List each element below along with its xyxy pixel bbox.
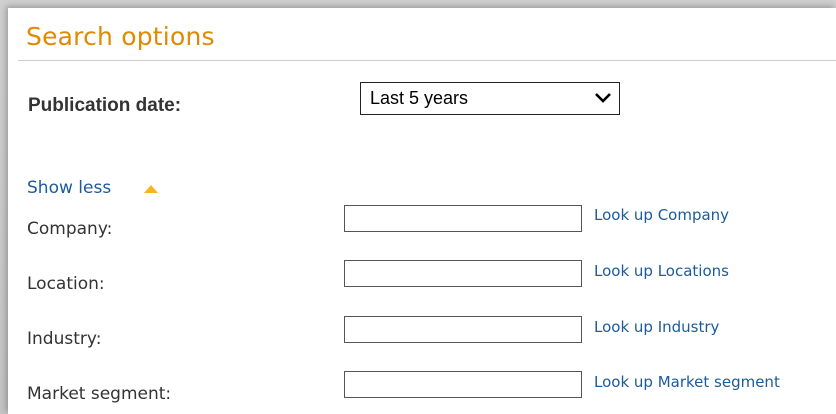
market-segment-label: Market segment: xyxy=(27,384,172,404)
title-divider xyxy=(18,60,836,61)
section-title: Search options xyxy=(26,22,215,51)
show-less-link[interactable]: Show less xyxy=(27,178,111,198)
look-up-industry-link[interactable]: Look up Industry xyxy=(594,318,719,336)
market-segment-input[interactable] xyxy=(344,371,582,398)
look-up-market-segment-link[interactable]: Look up Market segment xyxy=(594,373,780,391)
chevron-down-icon xyxy=(595,93,611,103)
search-options-panel: Search options Publication date: Last 5 … xyxy=(8,8,836,414)
industry-input[interactable] xyxy=(344,316,582,343)
look-up-company-link[interactable]: Look up Company xyxy=(594,206,729,224)
publication-date-select[interactable]: Last 5 years xyxy=(360,82,620,115)
triangle-up-icon[interactable] xyxy=(144,185,158,193)
publication-date-selected-value: Last 5 years xyxy=(370,88,469,108)
window-frame: Search options Publication date: Last 5 … xyxy=(0,0,836,414)
location-label: Location: xyxy=(27,274,105,294)
industry-label: Industry: xyxy=(27,329,102,349)
look-up-locations-link[interactable]: Look up Locations xyxy=(594,262,729,280)
company-input[interactable] xyxy=(344,205,582,232)
location-input[interactable] xyxy=(344,260,582,287)
company-label: Company: xyxy=(27,219,113,239)
publication-date-label: Publication date: xyxy=(28,95,182,116)
